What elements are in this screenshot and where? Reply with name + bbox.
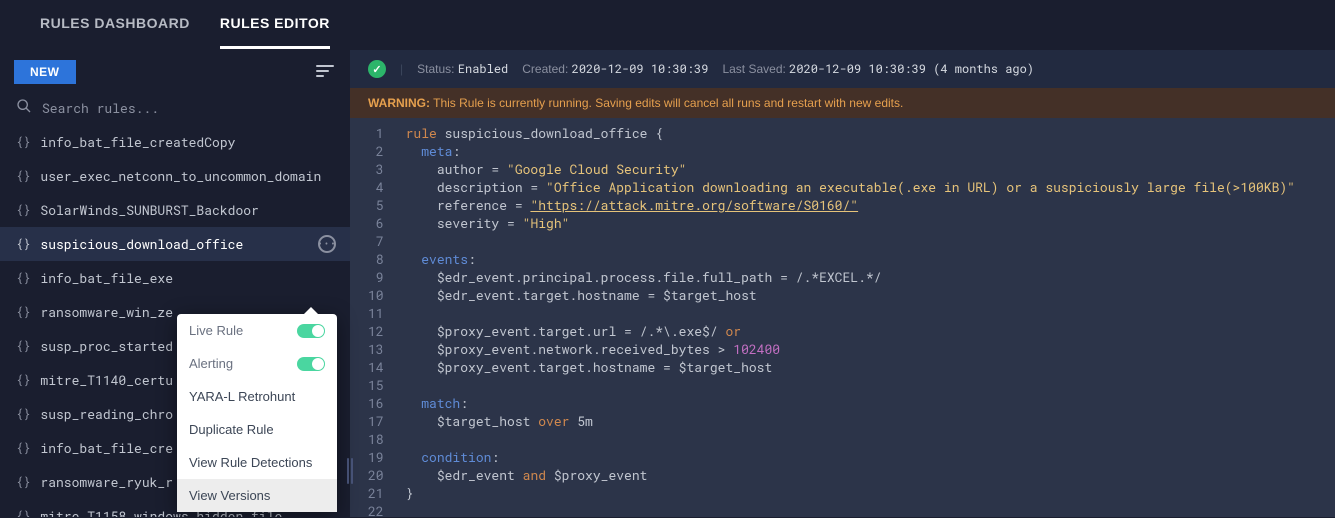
rule-label: info_bat_file_exe: [40, 269, 173, 287]
rule-item[interactable]: {} SolarWinds_SUNBURST_Backdoor: [0, 193, 350, 227]
popover-action[interactable]: Duplicate Rule: [177, 413, 337, 446]
sidebar: NEW {} info_bat_file_createdCopy {} user_ex…: [0, 50, 350, 517]
rule-popover: Live Rule Alerting YARA-L RetrohuntDupli…: [177, 314, 337, 512]
saved-value: 2020-12-09 10:30:39 (4 months ago): [789, 61, 1034, 77]
status-value: Enabled: [458, 61, 508, 77]
rule-label: susp_reading_chro: [40, 405, 173, 423]
status-ok-icon: ✓: [368, 60, 386, 78]
rule-item[interactable]: {} suspicious_download_office •••: [0, 227, 350, 261]
new-rule-button[interactable]: NEW: [14, 60, 76, 84]
rule-label: user_exec_netconn_to_uncommon_domain: [40, 167, 321, 185]
rule-brackets-icon: {}: [16, 372, 30, 388]
toggle-alerting[interactable]: [297, 357, 325, 371]
rule-brackets-icon: {}: [16, 270, 30, 286]
rule-item[interactable]: {} user_exec_netconn_to_uncommon_domain: [0, 159, 350, 193]
rule-item[interactable]: {} info_bat_file_createdCopy: [0, 125, 350, 159]
rule-brackets-icon: {}: [16, 304, 30, 320]
rule-label: susp_proc_started: [40, 337, 173, 355]
popover-action[interactable]: View Versions: [177, 479, 337, 512]
rule-item[interactable]: {} info_bat_file_exe: [0, 261, 350, 295]
search-icon: [16, 98, 32, 117]
popover-live-rule: Live Rule: [177, 314, 337, 347]
popover-alerting: Alerting: [177, 347, 337, 380]
rule-label: mitre_T1140_certu: [40, 371, 173, 389]
tab-editor[interactable]: RULES EDITOR: [220, 0, 330, 49]
rule-label: SolarWinds_SUNBURST_Backdoor: [40, 201, 258, 219]
pane-resize-handle[interactable]: [346, 458, 354, 484]
rule-brackets-icon: {}: [16, 134, 30, 150]
created-label: Created:: [522, 62, 568, 76]
rule-label: suspicious_download_office: [40, 235, 243, 253]
popover-action[interactable]: View Rule Detections: [177, 446, 337, 479]
code-editor[interactable]: rule suspicious_download_office { meta: …: [394, 118, 1307, 517]
tab-dashboard[interactable]: RULES DASHBOARD: [40, 0, 190, 49]
rule-brackets-icon: {}: [16, 440, 30, 456]
rule-label: ransomware_win_ze: [40, 303, 173, 321]
saved-label: Last Saved:: [722, 62, 785, 76]
rule-brackets-icon: {}: [16, 168, 30, 184]
popover-action[interactable]: YARA-L Retrohunt: [177, 380, 337, 413]
rule-label: info_bat_file_cre: [40, 439, 173, 457]
status-label: Status:: [417, 62, 454, 76]
rule-brackets-icon: {}: [16, 202, 30, 218]
rule-brackets-icon: {}: [16, 508, 30, 517]
status-bar: ✓ | Status: Enabled Created: 2020-12-09 …: [350, 50, 1335, 88]
rule-label: ransomware_ryuk_r: [40, 473, 173, 491]
rule-brackets-icon: {}: [16, 406, 30, 422]
tabs-bar: RULES DASHBOARD RULES EDITOR: [0, 0, 1335, 50]
rule-brackets-icon: {}: [16, 338, 30, 354]
sort-icon[interactable]: [316, 62, 334, 83]
search-input[interactable]: [42, 99, 334, 117]
rule-menu-button[interactable]: •••: [318, 235, 336, 253]
rule-label: info_bat_file_createdCopy: [40, 133, 235, 151]
rule-brackets-icon: {}: [16, 236, 30, 252]
warning-bar: WARNING: This Rule is currently running.…: [350, 88, 1335, 118]
rule-brackets-icon: {}: [16, 474, 30, 490]
created-value: 2020-12-09 10:30:39: [572, 61, 709, 77]
toggle-live-rule[interactable]: [297, 324, 325, 338]
